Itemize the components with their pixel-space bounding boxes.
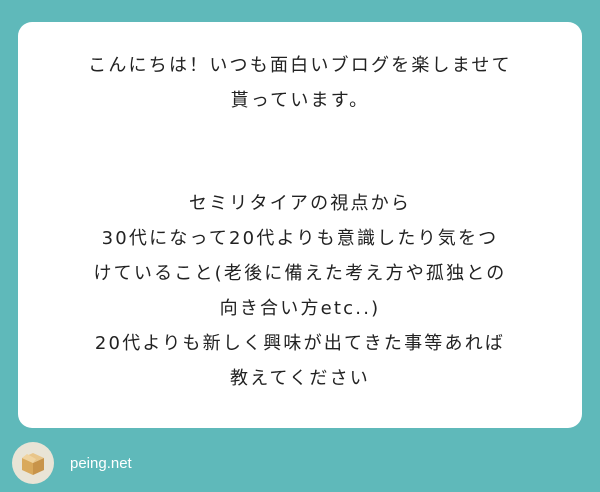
footer: peing.net: [12, 441, 132, 485]
question-line: 貰っています。: [230, 90, 370, 111]
question-greeting: こんにちは！いつも面白いブログを楽しませて 貰っています。: [42, 48, 558, 118]
question-body: セミリタイアの視点から 30代になって20代よりも意識したり気をつ けていること…: [42, 186, 558, 396]
cardboard-box-icon: [22, 453, 44, 475]
question-line: 向き合い方etc..): [219, 298, 381, 319]
question-line: 20代よりも新しく興味が出てきた事等あれば: [94, 333, 506, 354]
question-line: 30代になって20代よりも意識したり気をつ: [101, 228, 499, 249]
question-line: けていること(老後に備えた考え方や孤独との: [93, 263, 507, 284]
question-card: こんにちは！いつも面白いブログを楽しませて 貰っています。 セミリタイアの視点か…: [18, 22, 582, 428]
brand-link[interactable]: peing.net: [70, 455, 132, 472]
peing-logo[interactable]: [12, 442, 54, 484]
question-line: セミリタイアの視点から: [188, 193, 412, 214]
question-line: こんにちは！いつも面白いブログを楽しませて: [88, 55, 512, 76]
question-line: 教えてください: [230, 368, 370, 389]
